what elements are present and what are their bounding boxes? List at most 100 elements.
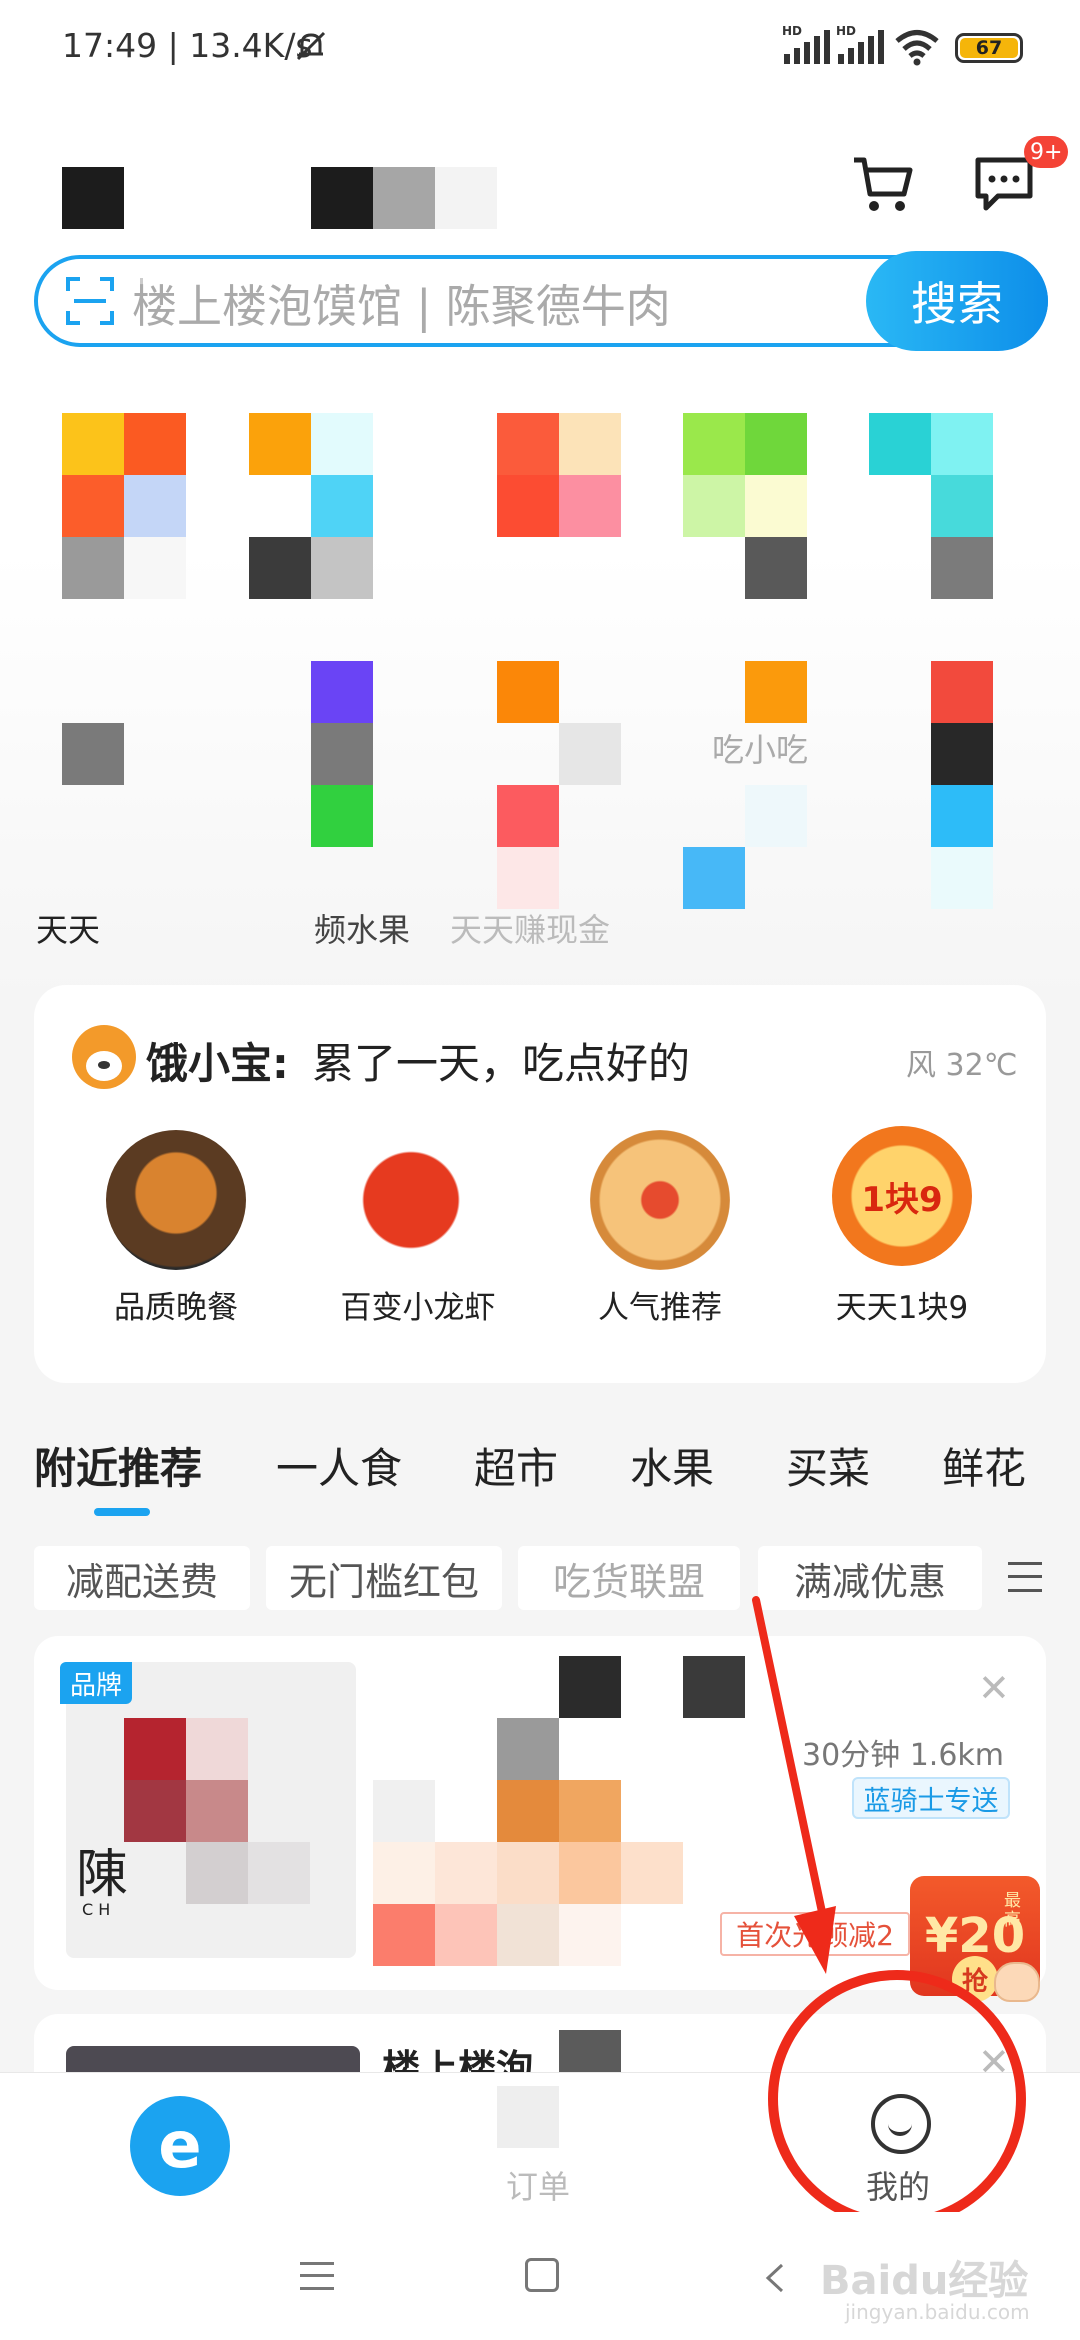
shop-close-icon[interactable]: ✕ bbox=[978, 1666, 1010, 1710]
shop-image-mosaic bbox=[124, 1780, 186, 1842]
category-tile[interactable] bbox=[931, 723, 993, 785]
tab-fruit[interactable]: 水果 bbox=[630, 1435, 714, 1496]
tab-active-indicator bbox=[94, 1508, 150, 1516]
search-button[interactable]: 搜索 bbox=[866, 251, 1048, 351]
promo-tagline: 累了一天，吃点好的 bbox=[312, 1039, 691, 1088]
category-tile[interactable] bbox=[745, 413, 807, 475]
category-tile[interactable] bbox=[497, 413, 559, 475]
one-yuan-badge-icon[interactable]: 1块9 bbox=[832, 1126, 972, 1266]
category-tile[interactable] bbox=[497, 847, 559, 909]
category-tile[interactable] bbox=[311, 413, 373, 475]
tab-flowers[interactable]: 鲜花 bbox=[942, 1435, 1026, 1496]
filter-chip[interactable]: 减配送费 bbox=[34, 1546, 250, 1610]
location-mosaic-1 bbox=[62, 167, 124, 229]
filter-chip[interactable]: 无门槛红包 bbox=[266, 1546, 502, 1610]
orders-tab-label[interactable]: 订单 bbox=[506, 2162, 570, 2208]
cart-icon[interactable] bbox=[850, 152, 916, 222]
category-tile[interactable] bbox=[311, 785, 373, 847]
category-tile[interactable] bbox=[124, 475, 186, 537]
category-tile[interactable] bbox=[745, 475, 807, 537]
back-arrow-icon[interactable] bbox=[762, 2262, 786, 2298]
shop-image-mosaic bbox=[186, 1842, 248, 1904]
category-tile[interactable] bbox=[931, 847, 993, 909]
crayfish-icon[interactable] bbox=[348, 1130, 488, 1270]
search-placeholder[interactable]: 楼上楼泡馍馆 | 陈聚德牛肉 bbox=[132, 270, 671, 335]
category-tile[interactable] bbox=[62, 537, 124, 599]
home-tab-logo-icon[interactable]: e bbox=[130, 2096, 230, 2196]
recents-icon-bar bbox=[300, 2274, 334, 2277]
shop-name-mosaic bbox=[497, 1780, 559, 1842]
category-tile[interactable] bbox=[683, 413, 745, 475]
delivery-badge: 蓝骑士专送 bbox=[852, 1777, 1010, 1819]
scan-icon[interactable] bbox=[64, 275, 116, 327]
tab-supermarket[interactable]: 超市 bbox=[474, 1435, 558, 1496]
category-tile[interactable] bbox=[497, 661, 559, 723]
recents-icon[interactable] bbox=[300, 2262, 334, 2290]
category-tile[interactable] bbox=[62, 475, 124, 537]
category-tile[interactable] bbox=[745, 537, 807, 599]
filter-menu-icon[interactable] bbox=[1008, 1562, 1042, 1592]
category-tile[interactable] bbox=[311, 661, 373, 723]
category-tile[interactable] bbox=[62, 723, 124, 785]
category-tile[interactable] bbox=[683, 847, 745, 909]
filter-menu-icon-bar bbox=[1008, 1575, 1042, 1578]
tab-solo-meal[interactable]: 一人食 bbox=[276, 1435, 402, 1496]
watermark-url: jingyan.baidu.com bbox=[845, 2300, 1030, 2324]
category-tile[interactable] bbox=[497, 785, 559, 847]
shop-image-mosaic bbox=[124, 1718, 186, 1780]
category-tile[interactable] bbox=[559, 723, 621, 785]
category-label: 天天 bbox=[36, 911, 101, 949]
shop-name-mosaic bbox=[683, 1656, 745, 1718]
weather-text: 风 32℃ bbox=[906, 1048, 1018, 1083]
pizza-icon[interactable] bbox=[590, 1130, 730, 1270]
category-tile[interactable] bbox=[931, 413, 993, 475]
shop-name-mosaic bbox=[373, 1904, 435, 1966]
category-tile[interactable] bbox=[745, 661, 807, 723]
promo-item-label[interactable]: 品质晚餐 bbox=[66, 1282, 286, 1327]
filter-chip[interactable]: 吃货联盟 bbox=[518, 1546, 740, 1610]
one-yuan-badge-text: 1块9 bbox=[861, 1179, 943, 1220]
shop-image-mosaic bbox=[186, 1718, 248, 1780]
shop-logo-sub: C H bbox=[82, 1900, 111, 1919]
category-tile[interactable] bbox=[559, 475, 621, 537]
category-tile[interactable] bbox=[869, 413, 931, 475]
hd-label-2: HD bbox=[836, 24, 857, 38]
shop-name-mosaic bbox=[435, 1842, 497, 1904]
tab-groceries[interactable]: 买菜 bbox=[786, 1435, 870, 1496]
promo-item-label[interactable]: 天天1块9 bbox=[792, 1282, 1012, 1327]
watermark-logo: Baidu经验 bbox=[820, 2258, 1029, 2304]
category-tile[interactable] bbox=[559, 413, 621, 475]
brand-badge: 品牌 bbox=[60, 1662, 132, 1704]
category-tile[interactable] bbox=[497, 475, 559, 537]
category-tile[interactable] bbox=[931, 475, 993, 537]
dinner-bowl-icon[interactable] bbox=[106, 1130, 246, 1270]
wifi-icon bbox=[894, 28, 940, 70]
category-tile[interactable] bbox=[931, 661, 993, 723]
category-tile[interactable] bbox=[931, 785, 993, 847]
category-label: 频水果 bbox=[314, 911, 411, 949]
promo-item-label[interactable]: 百变小龙虾 bbox=[308, 1282, 528, 1327]
signal-icon-2: HD bbox=[836, 24, 884, 64]
battery-icon: 67 bbox=[955, 33, 1023, 63]
category-tile[interactable] bbox=[683, 475, 745, 537]
shop-name-mosaic bbox=[559, 1780, 621, 1842]
tab-nearby[interactable]: 附近推荐 bbox=[34, 1435, 202, 1496]
status-time: 17:49 | 13.4K/s bbox=[62, 26, 313, 65]
category-label: 吃小吃 bbox=[712, 731, 809, 769]
category-tile[interactable] bbox=[931, 537, 993, 599]
promo-brand: 饿小宝: bbox=[146, 1039, 289, 1088]
category-tile[interactable] bbox=[124, 413, 186, 475]
category-tile[interactable] bbox=[311, 723, 373, 785]
category-tile[interactable] bbox=[62, 413, 124, 475]
mute-bell-icon bbox=[293, 28, 329, 64]
mascot-dog-icon bbox=[72, 1025, 136, 1089]
home-button-icon[interactable] bbox=[525, 2258, 559, 2292]
category-tile[interactable] bbox=[311, 475, 373, 537]
category-tile[interactable] bbox=[249, 413, 311, 475]
category-tile[interactable] bbox=[124, 537, 186, 599]
category-tile[interactable] bbox=[745, 785, 807, 847]
category-tile[interactable] bbox=[249, 537, 311, 599]
category-tile[interactable] bbox=[311, 537, 373, 599]
promo-item-label[interactable]: 人气推荐 bbox=[550, 1282, 770, 1327]
shop-image-mosaic bbox=[186, 1780, 248, 1842]
